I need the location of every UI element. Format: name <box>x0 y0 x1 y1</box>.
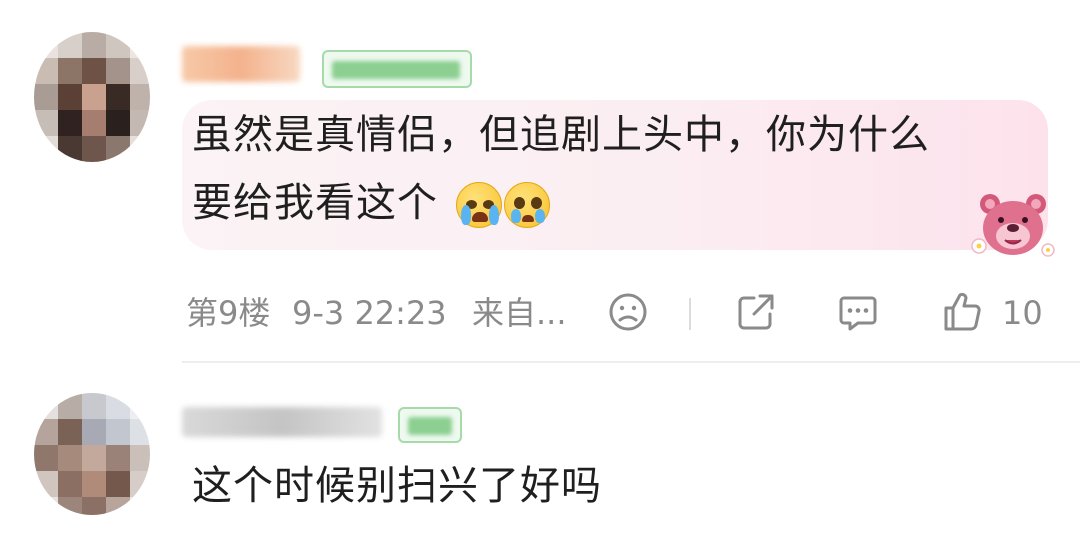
like-icon[interactable] <box>940 290 984 334</box>
comment-text: 这个时候别扫兴了好吗 <box>192 463 602 509</box>
comment-text-line-2: 要给我看这个 <box>192 180 438 226</box>
username[interactable] <box>182 46 300 82</box>
avatar[interactable] <box>34 32 150 162</box>
bear-sticker-icon <box>971 194 1055 257</box>
like-count: 10 <box>1002 294 1043 332</box>
comment-text-line-1: 虽然是真情侣，但追剧上头中，你为什么 <box>192 112 930 158</box>
floor-number: 第9楼 <box>186 294 271 332</box>
reply-icon[interactable] <box>836 290 880 334</box>
post-source[interactable]: 来自... <box>472 288 567 338</box>
tearful-face-icon <box>504 182 550 228</box>
post-time: 9-3 22:23 <box>292 294 447 332</box>
crying-face-icon <box>456 182 502 228</box>
comment-separator <box>182 361 1080 363</box>
action-divider <box>689 298 691 330</box>
avatar[interactable] <box>34 393 150 515</box>
user-badge <box>322 50 472 88</box>
comment-item: 虽然是真情侣，但追剧上头中，你为什么 要给我看这个 第9楼 9-3 22:23 … <box>0 0 1080 363</box>
user-badge <box>398 407 462 443</box>
dislike-icon[interactable] <box>606 290 650 334</box>
comment-item: 这个时候别扫兴了好吗 <box>0 365 1080 543</box>
share-icon[interactable] <box>734 290 778 334</box>
username[interactable] <box>182 407 382 437</box>
